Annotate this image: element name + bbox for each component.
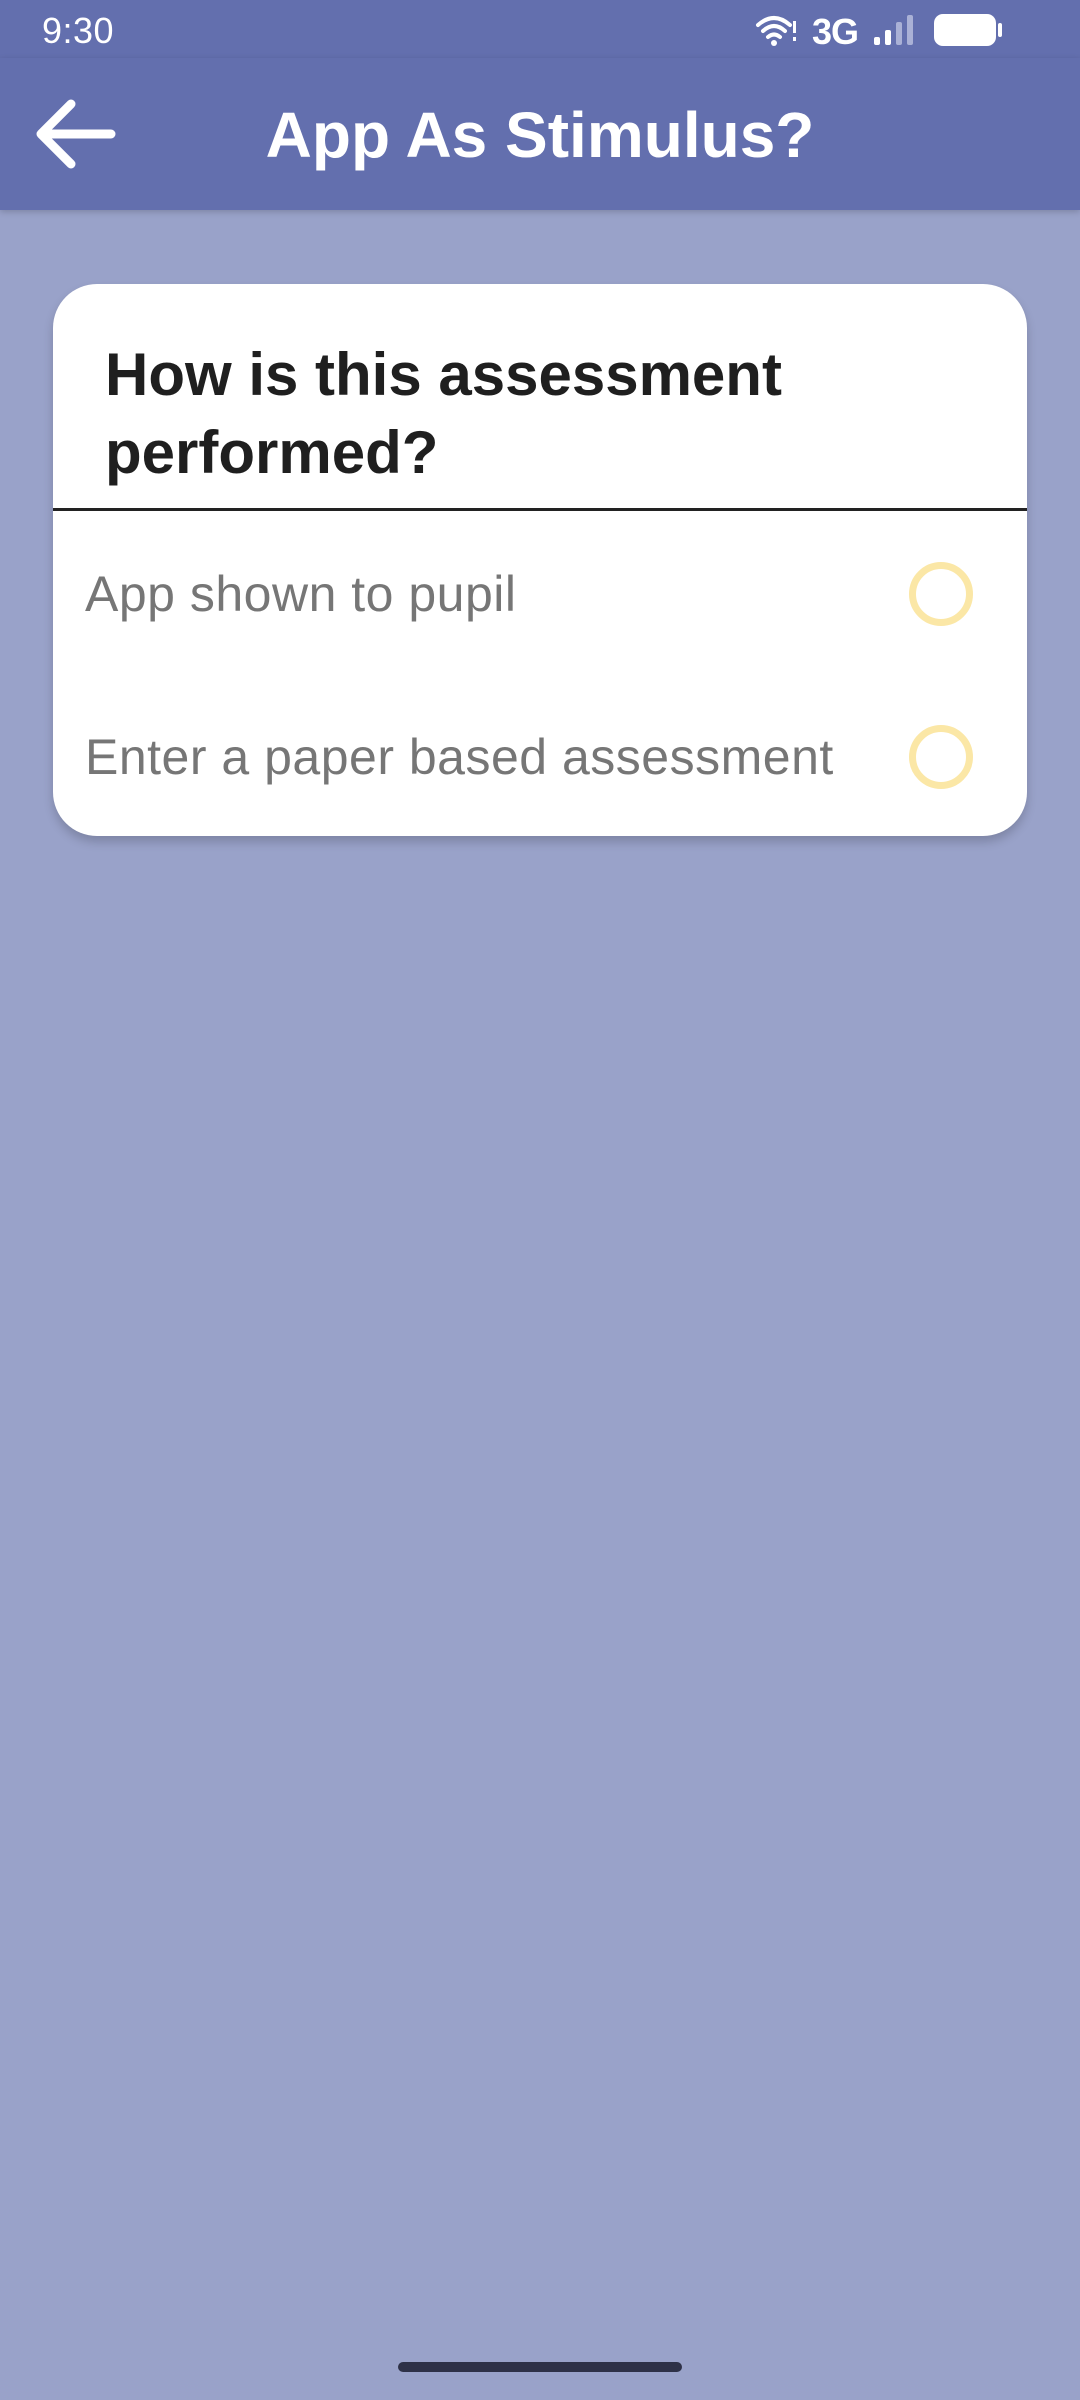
- app-bar: App As Stimulus?: [0, 58, 1080, 210]
- status-icons: 3G: [754, 11, 1004, 53]
- assessment-method-card: How is this assessment performed? App sh…: [53, 284, 1027, 836]
- divider: [53, 508, 1027, 511]
- option-label: Enter a paper based assessment: [85, 729, 834, 785]
- page-title: App As Stimulus?: [265, 99, 815, 171]
- option-label: App shown to pupil: [85, 566, 517, 622]
- status-bar: 9:30 3G: [0, 0, 1080, 58]
- battery-icon: [932, 12, 1004, 53]
- option-paper-based-assessment[interactable]: Enter a paper based assessment: [53, 682, 1027, 832]
- wifi-icon: [754, 13, 798, 52]
- signal-icon: [872, 13, 918, 52]
- network-type-label: 3G: [811, 11, 859, 52]
- gesture-nav-handle[interactable]: [398, 2362, 682, 2372]
- radio-button[interactable]: [909, 725, 973, 789]
- status-time: 9:30: [42, 10, 115, 51]
- option-app-shown-to-pupil[interactable]: App shown to pupil: [53, 519, 1027, 669]
- radio-button[interactable]: [909, 562, 973, 626]
- question-title: How is this assessment performed?: [105, 341, 782, 486]
